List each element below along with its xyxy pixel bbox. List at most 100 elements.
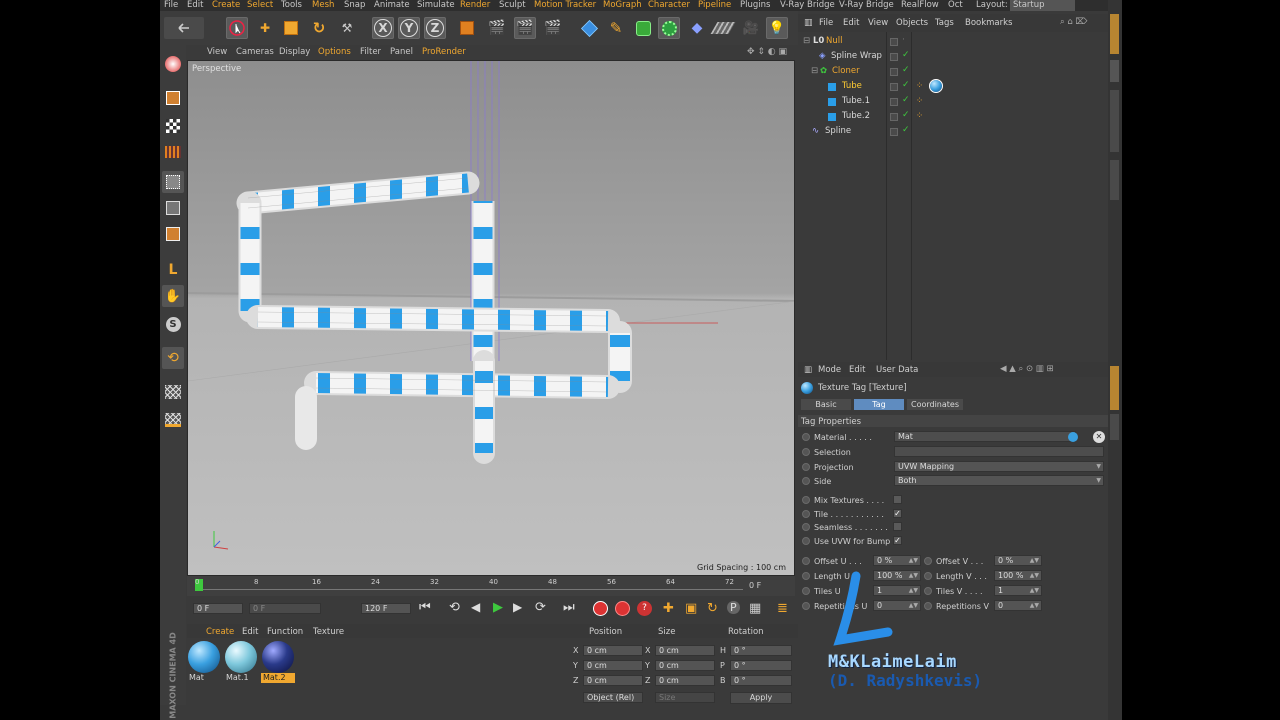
edges-mode-button[interactable] <box>162 197 184 219</box>
tab-objects[interactable] <box>1110 14 1119 54</box>
key-position-icon[interactable]: ✚ <box>663 601 674 616</box>
move-button[interactable]: ✚ <box>254 17 276 39</box>
obj-menu-file[interactable]: File <box>819 18 833 28</box>
menu-vray-bridge-2[interactable]: V-Ray Bridge <box>839 0 894 11</box>
live-selection-button[interactable] <box>226 17 248 39</box>
obj-menu-view[interactable]: View <box>868 18 888 28</box>
rotation-h-field[interactable]: 0 ° <box>730 645 792 656</box>
enabled-check-icon[interactable]: ✓ <box>902 80 910 90</box>
pen-button[interactable]: ✎ <box>605 17 627 39</box>
size-y-field[interactable]: 0 cm <box>655 660 715 671</box>
size-mode-dropdown[interactable]: Size <box>655 692 715 703</box>
anim-dot[interactable] <box>924 557 932 565</box>
record-button[interactable] <box>593 601 608 616</box>
viewport-nav-icons[interactable]: ✥ ⇕ ◐ ▣ <box>747 47 787 57</box>
anim-dot[interactable] <box>802 477 810 485</box>
recent-tools-button[interactable]: ⚒ <box>336 17 358 39</box>
mix-textures-checkbox[interactable] <box>893 495 902 504</box>
anim-dot[interactable] <box>802 537 810 545</box>
visibility-toggle[interactable] <box>890 128 898 136</box>
menu-vray-bridge[interactable]: V-Ray Bridge <box>780 0 835 11</box>
rotate-button[interactable]: ↻ <box>308 17 330 39</box>
tab-takes[interactable] <box>1110 60 1119 82</box>
tiles-v-field[interactable]: 1 ▲▼ <box>994 585 1042 596</box>
texture-mode-button[interactable] <box>162 115 184 137</box>
prev-frame-icon[interactable]: ◀ <box>471 600 480 614</box>
goto-start-icon[interactable]: ⏮ <box>419 600 431 615</box>
menu-character[interactable]: Character <box>648 0 690 11</box>
anim-dot[interactable] <box>802 496 810 504</box>
anim-dot[interactable] <box>802 602 810 610</box>
expand-icon[interactable]: ⊟ <box>811 66 818 76</box>
menu-mesh[interactable]: Mesh <box>312 0 334 11</box>
enable-dot[interactable]: · <box>902 35 905 45</box>
enabled-check-icon[interactable]: ✓ <box>902 50 910 60</box>
tab-tag[interactable]: Tag <box>854 399 904 410</box>
repetitions-v-field[interactable]: 0 ▲▼ <box>994 600 1042 611</box>
material-mat-2[interactable]: Mat.2 <box>261 641 295 685</box>
goto-end-icon[interactable]: ⏭ <box>563 600 575 615</box>
menu-pipeline[interactable]: Pipeline <box>698 0 731 11</box>
attr-menu-user-data[interactable]: User Data <box>876 365 918 375</box>
menu-render[interactable]: Render <box>460 0 490 11</box>
enabled-check-icon[interactable]: ✓ <box>902 125 910 135</box>
viewport-scene[interactable] <box>188 61 795 576</box>
prev-key-icon[interactable]: ⟲ <box>449 600 460 615</box>
tab-basic[interactable]: Basic <box>801 399 851 410</box>
keyframe-selection-button[interactable]: ? <box>637 601 652 616</box>
tile-checkbox[interactable]: ✓ <box>893 509 902 518</box>
attr-menu-mode[interactable]: Mode <box>818 365 841 375</box>
obj-menu-bookmarks[interactable]: Bookmarks <box>965 18 1013 28</box>
viewport-menu-cameras[interactable]: Cameras <box>236 47 274 57</box>
anim-dot[interactable] <box>802 587 810 595</box>
visibility-toggle[interactable] <box>890 83 898 91</box>
render-settings-button[interactable]: 🎬 <box>542 17 564 39</box>
anim-dot[interactable] <box>924 587 932 595</box>
obj-menu-icon[interactable]: ▥ <box>804 18 813 28</box>
object-row-spline-wrap[interactable]: ◈ Spline Wrap ✓ <box>798 49 1108 64</box>
phong-tag-icon[interactable]: ⁘ <box>916 96 923 106</box>
enabled-check-icon[interactable]: ✓ <box>902 65 910 75</box>
obj-nav-icons[interactable]: ⌕ ⌂ ⌦ <box>1060 17 1088 27</box>
visibility-toggle[interactable] <box>890 38 898 46</box>
position-y-field[interactable]: 0 cm <box>583 660 643 671</box>
object-row-null[interactable]: ⊟ L0 Null · <box>798 34 1108 49</box>
undo-button[interactable] <box>164 17 204 39</box>
points-mode-button[interactable] <box>162 171 184 193</box>
offset-u-field[interactable]: 0 % ▲▼ <box>873 555 921 566</box>
position-z-field[interactable]: 0 cm <box>583 675 643 686</box>
coordinate-system-button[interactable] <box>456 17 478 39</box>
material-link-field[interactable]: Mat <box>894 431 1076 442</box>
size-z-field[interactable]: 0 cm <box>655 675 715 686</box>
viewport-menu-view[interactable]: View <box>207 47 227 57</box>
menu-snap[interactable]: Snap <box>344 0 365 11</box>
subdivision-button[interactable] <box>632 17 654 39</box>
workplane-button[interactable] <box>162 381 184 403</box>
material-menu-texture[interactable]: Texture <box>313 627 344 637</box>
key-param-icon[interactable]: P <box>727 601 740 614</box>
key-pla-icon[interactable]: ▦ <box>749 601 761 616</box>
coordinate-mode-dropdown[interactable]: Object (Rel) <box>583 692 643 703</box>
menu-mograph[interactable]: MoGraph <box>603 0 642 11</box>
make-editable-button[interactable] <box>162 53 184 75</box>
anim-dot[interactable] <box>802 510 810 518</box>
viewport-menu-display[interactable]: Display <box>279 47 310 57</box>
attr-menu-icon[interactable]: ▥ <box>804 365 812 375</box>
play-icon[interactable]: ▶ <box>493 600 503 615</box>
enabled-check-icon[interactable]: ✓ <box>902 95 910 105</box>
start-frame-field[interactable]: 0 F <box>193 603 243 614</box>
obj-menu-objects[interactable]: Objects <box>896 18 928 28</box>
projection-dropdown[interactable]: UVW Mapping ▼ <box>894 461 1104 472</box>
anim-dot[interactable] <box>924 572 932 580</box>
menu-realflow[interactable]: RealFlow <box>901 0 939 11</box>
cloner-button[interactable] <box>658 17 680 39</box>
material-menu-edit[interactable]: Edit <box>242 627 258 637</box>
menu-tools[interactable]: Tools <box>281 0 302 11</box>
object-row-tube[interactable]: Tube ✓ ⁘ <box>798 79 1108 94</box>
locked-workplane-button[interactable] <box>162 409 184 431</box>
phong-tag-icon[interactable]: ⁘ <box>916 81 923 91</box>
tweak-mode-button[interactable]: ✋ <box>162 285 184 307</box>
object-row-cloner[interactable]: ⊟ ✿ Cloner ✓ <box>798 64 1108 79</box>
obj-menu-edit[interactable]: Edit <box>843 18 859 28</box>
position-x-field[interactable]: 0 cm <box>583 645 643 656</box>
